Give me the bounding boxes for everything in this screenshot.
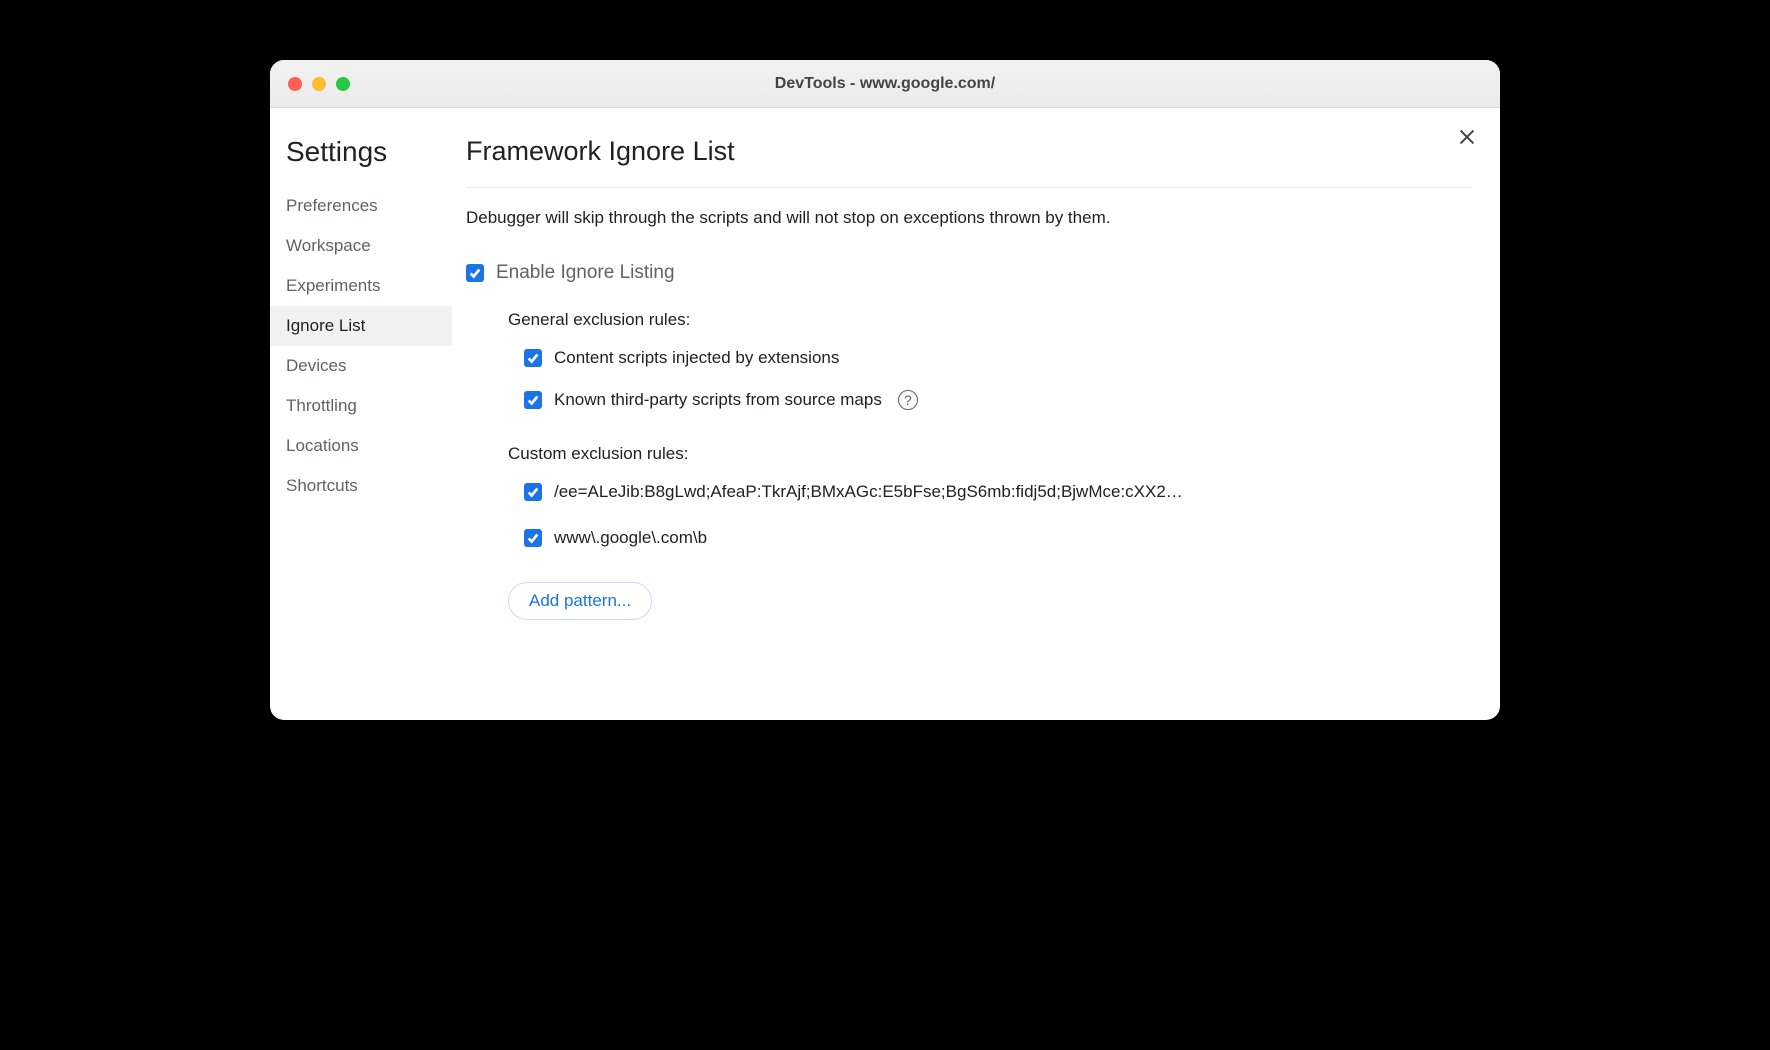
- sidebar-item-ignore-list[interactable]: Ignore List: [270, 306, 452, 346]
- enable-ignore-listing-label: Enable Ignore Listing: [496, 262, 675, 284]
- window-title: DevTools - www.google.com/: [270, 75, 1500, 93]
- sidebar-item-experiments[interactable]: Experiments: [270, 266, 452, 306]
- content-scripts-checkbox[interactable]: [524, 349, 542, 367]
- sidebar-item-throttling[interactable]: Throttling: [270, 386, 452, 426]
- custom-rule-row: /ee=ALeJib:B8gLwd;AfeaP:TkrAjf;BMxAGc:E5…: [524, 482, 1472, 502]
- sidebar-item-workspace[interactable]: Workspace: [270, 226, 452, 266]
- devtools-window: DevTools - www.google.com/ Settings Pref…: [270, 60, 1500, 720]
- enable-ignore-listing-checkbox[interactable]: [466, 264, 484, 282]
- general-rules-heading: General exclusion rules:: [508, 310, 1472, 330]
- sidebar: Settings Preferences Workspace Experimen…: [270, 108, 452, 720]
- settings-body: Settings Preferences Workspace Experimen…: [270, 108, 1500, 720]
- content-scripts-label: Content scripts injected by extensions: [554, 348, 839, 368]
- sidebar-item-preferences[interactable]: Preferences: [270, 186, 452, 226]
- general-rule-content-scripts: Content scripts injected by extensions: [524, 348, 1472, 368]
- custom-rule-1-pattern: www\.google\.com\b: [554, 528, 707, 548]
- help-icon[interactable]: ?: [898, 390, 918, 410]
- titlebar: DevTools - www.google.com/: [270, 60, 1500, 108]
- custom-rule-1-checkbox[interactable]: [524, 529, 542, 547]
- custom-rule-row: www\.google\.com\b: [524, 528, 1472, 548]
- third-party-label: Known third-party scripts from source ma…: [554, 390, 882, 410]
- general-rule-third-party: Known third-party scripts from source ma…: [524, 390, 1472, 410]
- close-icon[interactable]: [1456, 126, 1478, 153]
- sidebar-item-locations[interactable]: Locations: [270, 426, 452, 466]
- description-text: Debugger will skip through the scripts a…: [466, 208, 1472, 228]
- sidebar-title: Settings: [270, 136, 452, 186]
- enable-ignore-listing-row: Enable Ignore Listing: [466, 262, 1472, 284]
- main-panel: Framework Ignore List Debugger will skip…: [452, 108, 1500, 720]
- sidebar-item-devices[interactable]: Devices: [270, 346, 452, 386]
- add-pattern-button[interactable]: Add pattern...: [508, 582, 652, 620]
- sidebar-item-shortcuts[interactable]: Shortcuts: [270, 466, 452, 506]
- third-party-checkbox[interactable]: [524, 391, 542, 409]
- custom-rule-0-pattern: /ee=ALeJib:B8gLwd;AfeaP:TkrAjf;BMxAGc:E5…: [554, 482, 1183, 502]
- page-title: Framework Ignore List: [466, 136, 1472, 188]
- custom-rule-0-checkbox[interactable]: [524, 483, 542, 501]
- custom-rules-heading: Custom exclusion rules:: [508, 444, 1472, 464]
